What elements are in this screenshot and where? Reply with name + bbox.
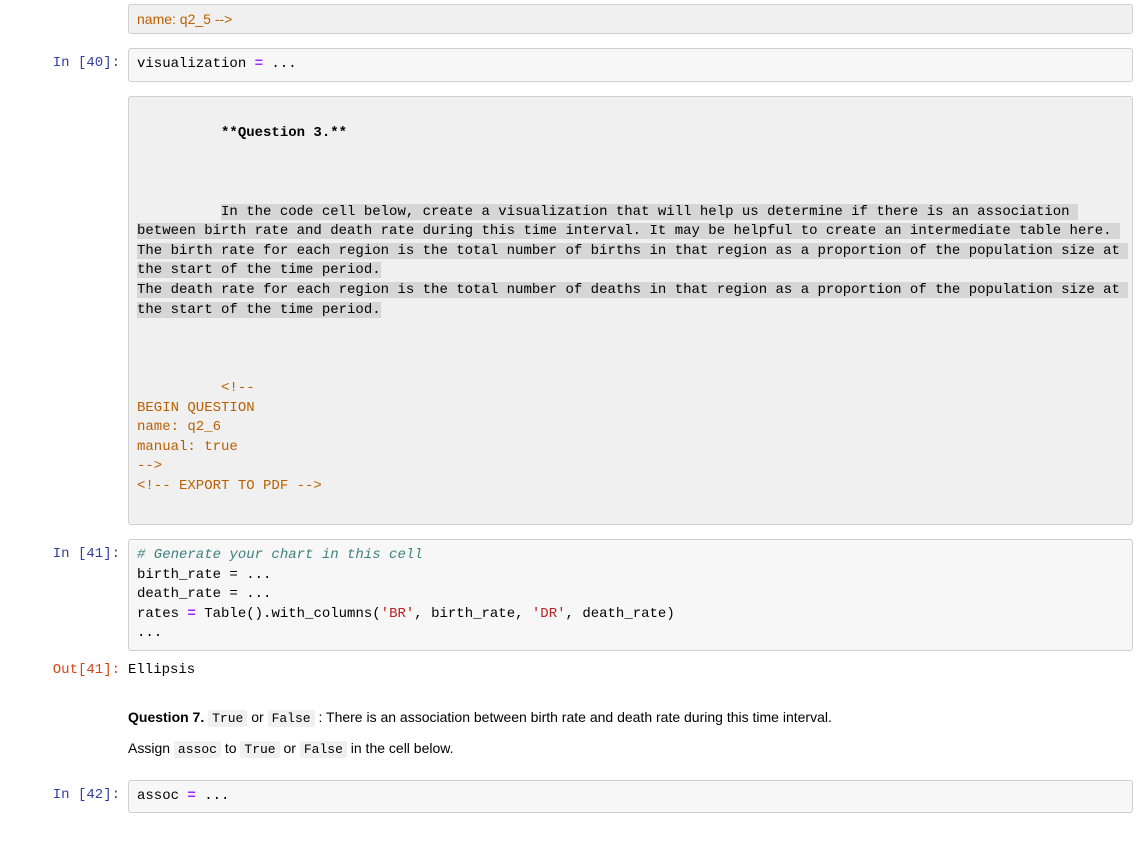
q3-tail-comment: <!-- BEGIN QUESTION name: q2_6 manual: t… [137,380,322,494]
out-text-41: Ellipsis [128,655,1133,687]
raw-comment-text: name: q2_5 --> [137,11,232,27]
notebook-view: name: q2_5 --> In [40]: visualization = … [0,4,1143,847]
raw-cell-tail: name: q2_5 --> [10,4,1133,34]
md-cell-q7: Question 7. True or False : There is an … [10,697,1133,770]
code-input-41[interactable]: # Generate your chart in this cell birth… [128,539,1133,651]
code-input-40[interactable]: visualization = ... [128,48,1133,82]
md-content-q7[interactable]: Question 7. True or False : There is an … [128,697,1133,770]
prompt-empty [10,697,128,703]
raw-cell-box-q3[interactable]: **Question 3.** In the code cell below, … [128,96,1133,525]
code-cell-42: In [42]: assoc = ... [10,780,1133,814]
in-prompt-42: In [42]: [10,780,128,806]
prompt-empty [10,4,128,10]
q3-title: **Question 3.** [221,125,347,141]
raw-cell-box[interactable]: name: q2_5 --> [128,4,1133,34]
q3-body: In the code cell below, create a visuali… [137,204,1128,318]
code-cell-41: In [41]: # Generate your chart in this c… [10,539,1133,651]
raw-cell-q3: **Question 3.** In the code cell below, … [10,96,1133,525]
in-prompt-40: In [40]: [10,48,128,74]
prompt-empty [10,96,128,102]
code-cell-40: In [40]: visualization = ... [10,48,1133,82]
out-cell-41: Out[41]: Ellipsis [10,655,1133,687]
in-prompt-41: In [41]: [10,539,128,565]
out-prompt-41: Out[41]: [10,655,128,681]
code-input-42[interactable]: assoc = ... [128,780,1133,814]
